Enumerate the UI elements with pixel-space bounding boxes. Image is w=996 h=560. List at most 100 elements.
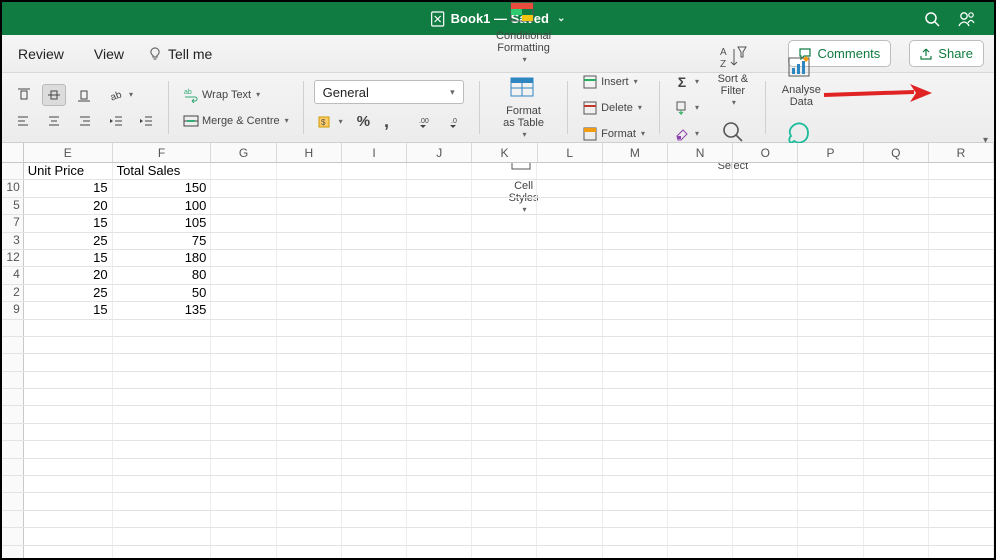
cell[interactable] xyxy=(113,406,212,422)
cell[interactable] xyxy=(929,250,994,266)
cell[interactable] xyxy=(211,233,276,249)
cell[interactable] xyxy=(733,337,798,353)
cell[interactable] xyxy=(277,215,342,231)
cell[interactable] xyxy=(277,459,342,475)
cell[interactable] xyxy=(211,546,276,558)
cell[interactable] xyxy=(407,493,472,509)
cell[interactable] xyxy=(537,337,602,353)
row-header[interactable]: 2 xyxy=(2,285,24,301)
cell[interactable] xyxy=(472,389,537,405)
cell[interactable] xyxy=(537,250,602,266)
spreadsheet-grid[interactable]: EFGHIJKLMNOPQR Unit PriceTotal Sales1015… xyxy=(2,143,994,558)
accounting-format-button[interactable]: $ xyxy=(314,111,347,133)
cell[interactable] xyxy=(113,424,212,440)
cell[interactable] xyxy=(668,320,733,336)
cell[interactable] xyxy=(113,528,212,544)
cell[interactable] xyxy=(603,493,668,509)
cell[interactable] xyxy=(537,528,602,544)
cell[interactable] xyxy=(668,302,733,318)
cell[interactable] xyxy=(733,511,798,527)
autosum-button[interactable]: Σ xyxy=(670,71,703,93)
cell[interactable] xyxy=(113,493,212,509)
cell[interactable] xyxy=(407,180,472,196)
row-header[interactable]: 5 xyxy=(2,198,24,214)
cell[interactable] xyxy=(342,180,407,196)
cell[interactable] xyxy=(472,372,537,388)
cell[interactable] xyxy=(798,180,863,196)
cell[interactable] xyxy=(603,424,668,440)
cell[interactable] xyxy=(113,337,212,353)
cell[interactable] xyxy=(342,354,407,370)
cell[interactable] xyxy=(929,546,994,558)
cell[interactable] xyxy=(407,476,472,492)
cell[interactable] xyxy=(277,320,342,336)
cell[interactable] xyxy=(864,389,929,405)
format-button[interactable]: Format xyxy=(578,123,649,145)
cell[interactable] xyxy=(603,233,668,249)
cell[interactable] xyxy=(277,441,342,457)
cell[interactable] xyxy=(277,233,342,249)
cell[interactable] xyxy=(24,406,113,422)
cell[interactable] xyxy=(277,285,342,301)
cell[interactable]: 15 xyxy=(24,302,113,318)
row-header[interactable]: 10 xyxy=(2,180,24,196)
wrap-text-button[interactable]: ab Wrap Text xyxy=(179,84,264,106)
cell[interactable] xyxy=(798,546,863,558)
cell[interactable] xyxy=(277,337,342,353)
cell[interactable] xyxy=(864,493,929,509)
cell[interactable] xyxy=(864,441,929,457)
cell[interactable]: 20 xyxy=(24,267,113,283)
cell[interactable] xyxy=(277,163,342,179)
cell[interactable] xyxy=(537,180,602,196)
cell[interactable] xyxy=(668,441,733,457)
align-middle-button[interactable] xyxy=(42,84,66,106)
cell[interactable] xyxy=(864,267,929,283)
cell[interactable] xyxy=(342,250,407,266)
column-header[interactable]: R xyxy=(929,143,994,162)
column-header[interactable]: O xyxy=(733,143,798,162)
cell[interactable] xyxy=(798,250,863,266)
cell[interactable] xyxy=(603,511,668,527)
increase-decimal-button[interactable]: .00 xyxy=(415,111,439,133)
cell[interactable] xyxy=(342,511,407,527)
cell[interactable] xyxy=(668,198,733,214)
format-as-table-button[interactable]: Format as Table xyxy=(497,73,550,142)
conditional-formatting-button[interactable]: Conditional Formatting xyxy=(490,0,557,67)
cell[interactable] xyxy=(537,476,602,492)
cell[interactable] xyxy=(277,406,342,422)
cell[interactable] xyxy=(472,424,537,440)
cell[interactable] xyxy=(342,337,407,353)
row-header[interactable]: 9 xyxy=(2,302,24,318)
cell[interactable] xyxy=(668,337,733,353)
merge-centre-button[interactable]: Merge & Centre xyxy=(179,110,293,132)
cell[interactable] xyxy=(211,406,276,422)
cell[interactable] xyxy=(537,459,602,475)
cell[interactable] xyxy=(798,441,863,457)
cell[interactable] xyxy=(733,441,798,457)
cell[interactable] xyxy=(603,215,668,231)
cell[interactable] xyxy=(798,163,863,179)
row-header[interactable]: 7 xyxy=(2,215,24,231)
cell[interactable] xyxy=(733,215,798,231)
cell[interactable] xyxy=(472,180,537,196)
cell[interactable] xyxy=(472,233,537,249)
cell[interactable] xyxy=(929,511,994,527)
cell[interactable] xyxy=(929,267,994,283)
cell[interactable] xyxy=(537,215,602,231)
cell[interactable] xyxy=(668,250,733,266)
cell[interactable] xyxy=(342,406,407,422)
cell[interactable]: 25 xyxy=(24,233,113,249)
cell[interactable] xyxy=(864,354,929,370)
cell[interactable] xyxy=(211,320,276,336)
cell[interactable] xyxy=(472,476,537,492)
share-button[interactable]: Share xyxy=(909,40,984,67)
cell[interactable] xyxy=(24,528,113,544)
cell[interactable] xyxy=(211,215,276,231)
cell[interactable] xyxy=(211,389,276,405)
cell[interactable] xyxy=(603,441,668,457)
cell[interactable]: 20 xyxy=(24,198,113,214)
cell[interactable] xyxy=(864,320,929,336)
cell[interactable] xyxy=(342,528,407,544)
cell[interactable] xyxy=(733,302,798,318)
cell[interactable] xyxy=(929,285,994,301)
